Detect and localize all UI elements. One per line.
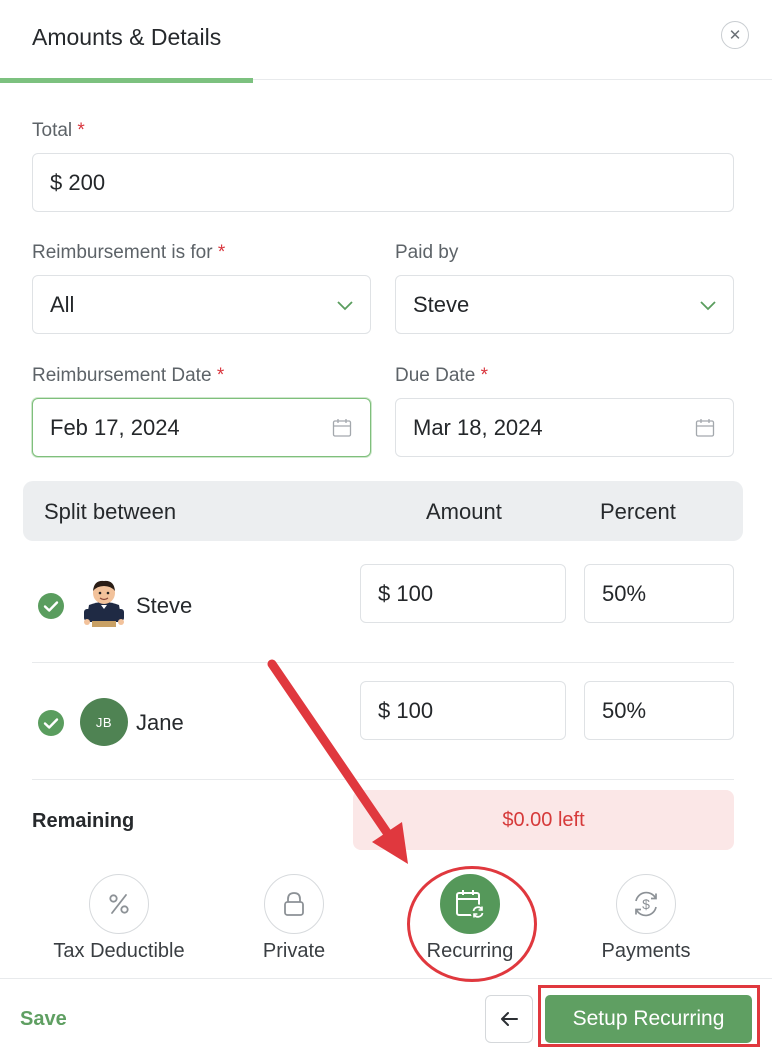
total-label: Total * bbox=[32, 120, 85, 141]
total-value: $ 200 bbox=[50, 169, 106, 195]
percent-input-jane[interactable]: 50% bbox=[584, 681, 734, 740]
payments-option[interactable]: $ Payments bbox=[561, 874, 731, 966]
remaining-label: Remaining bbox=[32, 810, 135, 832]
payments-label: Payments bbox=[601, 940, 691, 962]
check-icon[interactable] bbox=[38, 710, 64, 736]
chevron-down-icon bbox=[700, 301, 716, 311]
private-label: Private bbox=[262, 940, 326, 962]
paid-by-select[interactable]: Steve bbox=[395, 275, 734, 334]
calendar-icon[interactable] bbox=[332, 418, 352, 438]
active-tab-indicator bbox=[0, 78, 253, 83]
remaining-value: $0.00 left bbox=[353, 790, 734, 850]
paid-by-value: Steve bbox=[413, 291, 470, 317]
annotation-box bbox=[538, 985, 760, 1047]
split-between-header: Split between bbox=[44, 499, 177, 524]
amount-input-jane[interactable]: $ 100 bbox=[360, 681, 566, 740]
back-button[interactable] bbox=[485, 995, 533, 1043]
close-button[interactable]: ✕ bbox=[721, 21, 749, 49]
arrow-left-icon bbox=[501, 1012, 518, 1026]
avatar bbox=[84, 580, 124, 627]
lock-icon[interactable] bbox=[264, 874, 324, 934]
dialog-title: Amounts & Details bbox=[32, 24, 222, 50]
paid-by-label: Paid by bbox=[395, 242, 459, 263]
reimbursement-date-label: Reimbursement Date * bbox=[32, 365, 225, 386]
svg-text:$: $ bbox=[642, 896, 650, 912]
person-name-jane: Jane bbox=[136, 710, 184, 735]
avatar: JB bbox=[80, 698, 128, 746]
calendar-icon[interactable] bbox=[695, 418, 715, 438]
amount-value: $ 100 bbox=[378, 697, 434, 723]
percent-header: Percent bbox=[600, 499, 676, 524]
amount-header: Amount bbox=[426, 499, 502, 524]
tax-deductible-option[interactable]: Tax Deductible bbox=[34, 874, 204, 966]
person-name-steve: Steve bbox=[136, 593, 193, 618]
percent-value: 50% bbox=[602, 580, 647, 606]
amount-input-steve[interactable]: $ 100 bbox=[360, 564, 566, 623]
reimbursement-date-input[interactable]: Feb 17, 2024 bbox=[32, 398, 371, 457]
percent-icon[interactable] bbox=[89, 874, 149, 934]
close-icon: ✕ bbox=[728, 27, 742, 44]
due-date-label: Due Date * bbox=[395, 365, 488, 386]
due-date-value: Mar 18, 2024 bbox=[413, 414, 543, 440]
percent-input-steve[interactable]: 50% bbox=[584, 564, 734, 623]
chevron-down-icon bbox=[337, 301, 353, 311]
percent-value: 50% bbox=[602, 697, 647, 723]
row-divider bbox=[32, 779, 734, 780]
reimbursement-for-label: Reimbursement is for * bbox=[32, 242, 226, 263]
private-option[interactable]: Private bbox=[209, 874, 379, 966]
tax-deductible-label: Tax Deductible bbox=[53, 940, 185, 962]
amount-value: $ 100 bbox=[378, 580, 434, 606]
reimbursement-date-value: Feb 17, 2024 bbox=[50, 414, 180, 440]
dialog-header: Amounts & Details ✕ bbox=[0, 0, 772, 80]
reimbursement-for-select[interactable]: All bbox=[32, 275, 371, 334]
save-button[interactable]: Save bbox=[20, 1008, 67, 1031]
annotation-ellipse bbox=[407, 866, 537, 982]
split-table-header: Split between Amount Percent bbox=[23, 481, 743, 541]
check-icon[interactable] bbox=[38, 593, 64, 619]
total-input[interactable]: $ 200 bbox=[32, 153, 734, 212]
due-date-input[interactable]: Mar 18, 2024 bbox=[395, 398, 734, 457]
reimbursement-for-value: All bbox=[50, 291, 75, 317]
dollar-sync-icon[interactable]: $ bbox=[616, 874, 676, 934]
row-divider bbox=[32, 662, 734, 663]
